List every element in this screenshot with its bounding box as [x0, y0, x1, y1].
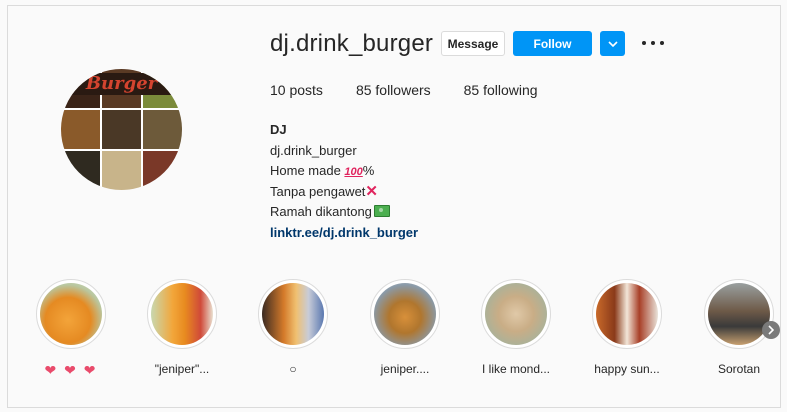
avatar-tile	[102, 151, 141, 190]
highlight-label: I like mond...	[481, 362, 551, 376]
avatar-tile	[102, 110, 141, 149]
highlight-cover	[374, 283, 436, 345]
story-highlight[interactable]: I like mond...	[476, 279, 556, 376]
highlight-label: "jeniper"...	[154, 362, 210, 376]
followers-link[interactable]: 85 followers	[356, 82, 431, 98]
highlight-ring	[147, 279, 217, 349]
highlight-cover	[151, 283, 213, 345]
follow-button[interactable]: Follow	[513, 31, 592, 56]
highlight-label: happy sun...	[594, 362, 660, 376]
bio-line: Home made 100%	[270, 161, 418, 182]
chevron-right-icon	[768, 325, 774, 335]
profile-category: dj.drink_burger	[270, 142, 357, 158]
bio-text: %	[362, 163, 375, 178]
highlight-ring	[481, 279, 551, 349]
highlight-cover	[708, 283, 770, 345]
profile-username: dj.drink_burger	[270, 30, 434, 57]
bio-text: Tanpa pengawet	[270, 183, 366, 199]
highlight-label: jeniper....	[380, 362, 430, 376]
bio-text: Ramah dikantong	[270, 204, 372, 219]
story-highlight[interactable]: ❤ ❤ ❤	[31, 279, 111, 379]
highlight-ring	[36, 279, 106, 349]
highlight-ring	[258, 279, 328, 349]
bio-line: Tanpa pengawet✕	[270, 182, 418, 203]
highlight-cover	[596, 283, 658, 345]
profile-avatar[interactable]: Burger	[61, 69, 182, 190]
avatar-tile	[61, 110, 100, 149]
profile-stats: 10 posts 85 followers 85 following	[270, 82, 571, 98]
money-icon	[373, 205, 390, 217]
posts-count: 10 posts	[270, 82, 323, 98]
highlight-cover	[262, 283, 324, 345]
story-highlight[interactable]: happy sun...	[587, 279, 667, 376]
more-options-button[interactable]	[642, 33, 664, 53]
profile-name: DJ	[270, 122, 287, 137]
highlight-ring	[370, 279, 440, 349]
avatar-tile	[143, 110, 182, 149]
story-highlight[interactable]: jeniper....	[365, 279, 445, 376]
bio-text: Home made	[270, 163, 345, 178]
hundred-points-icon: 100	[344, 166, 363, 178]
message-button[interactable]: Message	[441, 31, 505, 56]
story-highlight[interactable]: ○	[253, 279, 333, 376]
avatar-logo: Burger	[61, 73, 182, 95]
following-link[interactable]: 85 following	[464, 82, 538, 98]
highlight-label: ○	[289, 362, 297, 376]
cross-mark-icon: ✕	[365, 182, 378, 200]
story-highlight[interactable]: "jeniper"...	[142, 279, 222, 376]
profile-bio: DJ dj.drink_burger Home made 100% Tanpa …	[270, 120, 418, 243]
highlights-next-button[interactable]	[762, 321, 780, 339]
more-options-icon	[642, 41, 646, 45]
chevron-down-icon	[607, 40, 618, 47]
suggested-dropdown-button[interactable]	[600, 31, 625, 56]
highlight-cover	[40, 283, 102, 345]
highlight-ring	[592, 279, 662, 349]
bio-link[interactable]: linktr.ee/dj.drink_burger	[270, 223, 418, 244]
more-options-dot	[651, 41, 655, 45]
highlight-label: Sorotan	[717, 362, 761, 376]
highlight-cover	[485, 283, 547, 345]
highlight-label: ❤ ❤ ❤	[44, 362, 98, 378]
bio-line: Ramah dikantong	[270, 202, 418, 223]
highlight-ring	[704, 279, 774, 349]
more-options-dot	[660, 41, 664, 45]
